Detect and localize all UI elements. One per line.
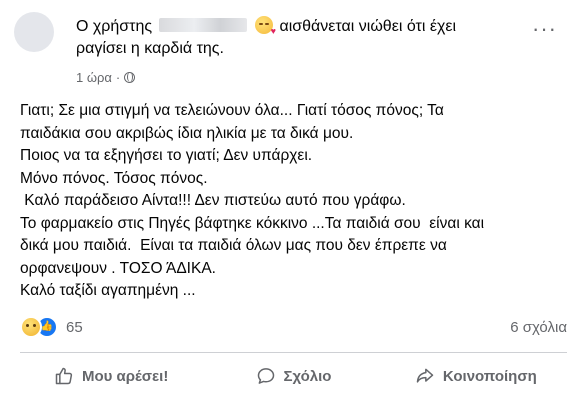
post-meta: 1 ώρα · [76, 70, 136, 85]
post-line: Ποιος να τα εξηγήσει το γιατί; Δεν υπάρχ… [20, 147, 313, 164]
meta-separator: · [115, 70, 121, 85]
reactions-bar: 👍 65 6 σχόλια [20, 316, 567, 338]
more-options-icon[interactable]: ··· [532, 18, 557, 40]
post-line: Καλό παράδεισο Αίντα!!! Δεν πιστεύω αυτό… [20, 192, 406, 209]
post-header: Ο χρήστης ♥ αισθάνεται νιώθει ότι έχει ρ… [14, 12, 571, 85]
thumbs-up-icon [55, 367, 73, 385]
post-body: Γιατι; Σε μια στιγμή να τελειώνουν όλα..… [20, 100, 565, 303]
facebook-post: Ο χρήστης ♥ αισθάνεται νιώθει ότι έχει ρ… [0, 0, 581, 402]
share-icon [416, 368, 434, 383]
avatar[interactable] [14, 12, 54, 52]
post-line: Το φαρμακείο στις Πηγές βάφτηκε κόκκινο … [20, 214, 485, 232]
sad-reaction-icon [20, 316, 42, 338]
status-prefix: Ο χρήστης [76, 18, 153, 35]
comment-button[interactable]: Σχόλιο [202, 358, 384, 394]
reaction-summary[interactable]: 👍 65 [20, 316, 83, 338]
comment-icon [257, 368, 274, 384]
post-author-status: Ο χρήστης ♥ αισθάνεται νιώθει ότι έχει ρ… [76, 16, 536, 60]
post-line: Γιατι; Σε μια στιγμή να τελειώνουν όλα..… [20, 102, 444, 119]
heartbroken-emoji-icon: ♥ [255, 16, 276, 36]
reaction-count: 65 [66, 318, 83, 336]
comments-count[interactable]: 6 σχόλια [510, 319, 567, 336]
divider [20, 352, 567, 353]
post-line: Μόνο πόνος. Τόσος πόνος. [20, 169, 208, 187]
comment-label: Σχόλιο [283, 367, 332, 385]
status-line2: ραγίσει η καρδιά της. [76, 40, 224, 57]
redacted-username[interactable] [158, 18, 247, 32]
share-label: Κοινοποίηση [442, 367, 537, 385]
action-bar: Μου αρέσει! Σχόλιο Κοινοποίηση [20, 356, 567, 396]
post-time[interactable]: 1 ώρα [76, 70, 112, 85]
globe-icon[interactable] [124, 72, 136, 83]
post-line: παιδάκια σου ακριβώς ίδια ηλικία με τα δ… [20, 124, 354, 142]
like-label: Μου αρέσει! [81, 367, 169, 385]
post-line: Καλό ταξίδι αγαπημένη ... [20, 282, 196, 299]
like-button[interactable]: Μου αρέσει! [20, 358, 202, 394]
post-line: δικά μου παιδιά. Είναι τα παιδιά όλων μα… [20, 237, 447, 254]
status-suffix: αισθάνεται νιώθει ότι έχει [279, 18, 457, 35]
share-button[interactable]: Κοινοποίηση [385, 358, 567, 394]
post-line: ορφανεψουν . ΤΟΣΟ ΆΔΙΚΑ. [20, 259, 216, 277]
